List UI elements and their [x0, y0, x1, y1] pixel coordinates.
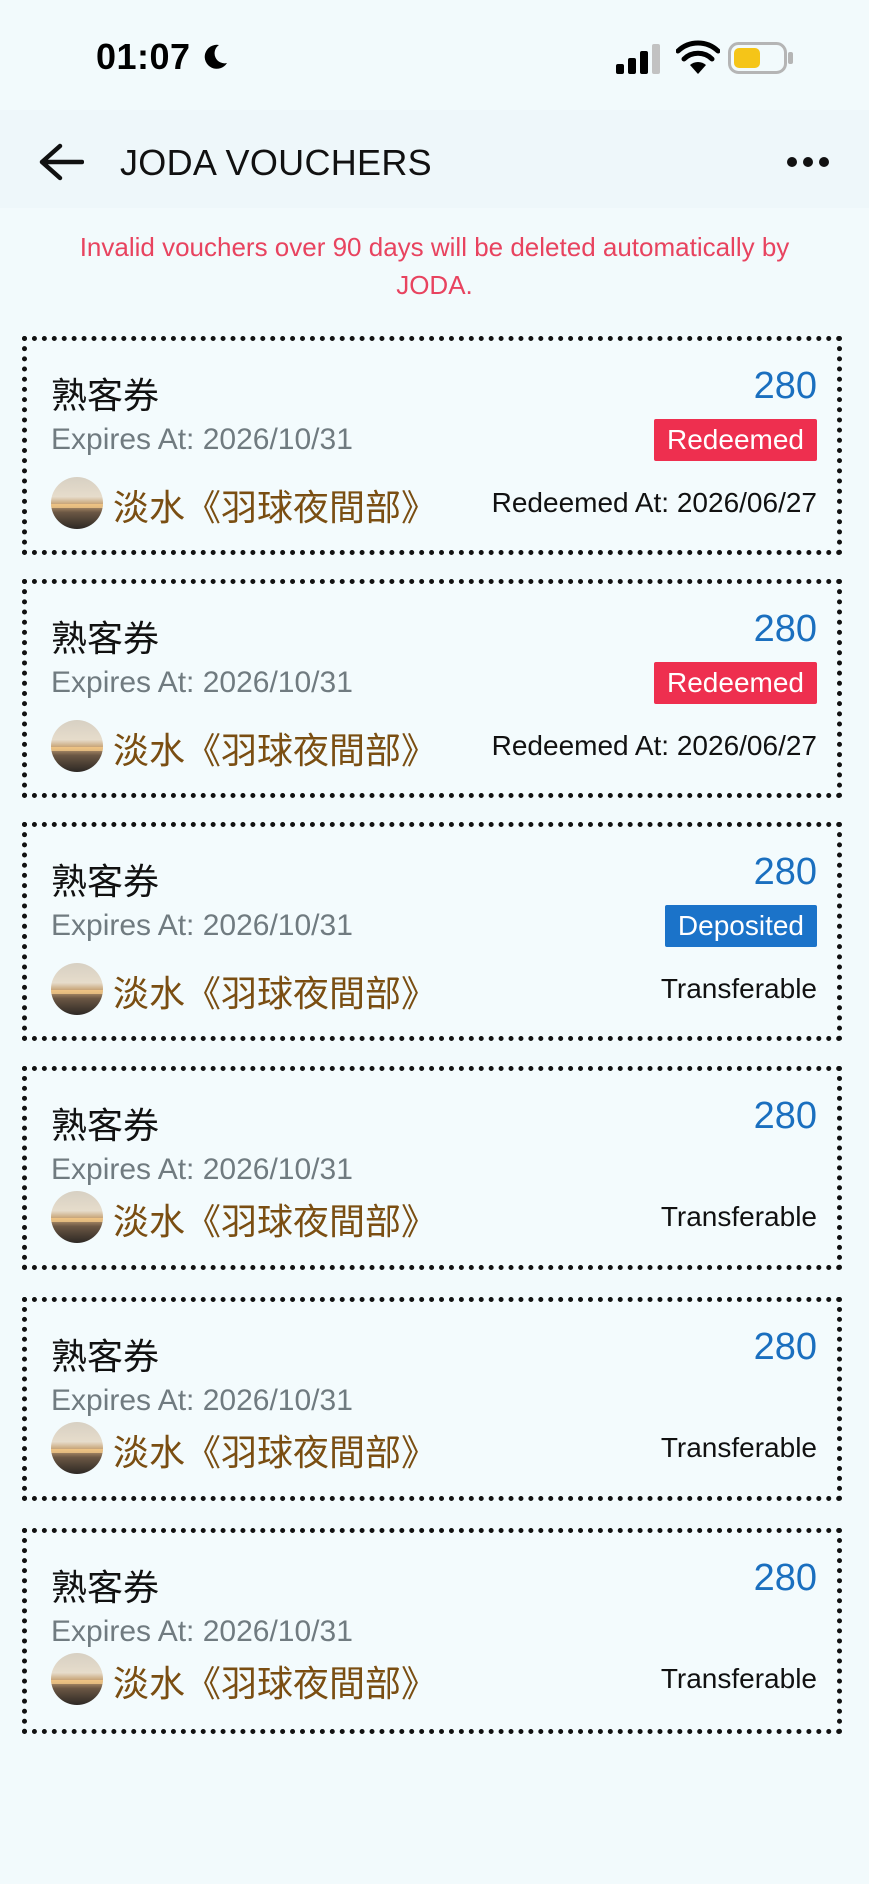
cellular-signal-icon [616, 44, 660, 74]
voucher-card[interactable]: 熟客券 280 Expires At: 2026/10/31 淡水《羽球夜間部》… [22, 1297, 842, 1501]
moon-icon [204, 44, 227, 69]
voucher-expires: Expires At: 2026/10/31 [51, 423, 353, 456]
transferable-label: Transferable [660, 973, 817, 1004]
page-title: JODA VOUCHERS [120, 142, 432, 183]
voucher-name: 熟客券 [51, 861, 160, 902]
voucher-expires: Expires At: 2026/10/31 [51, 1153, 353, 1186]
voucher-card[interactable]: 熟客券 280 Expires At: 2026/10/31 淡水《羽球夜間部》… [22, 1528, 842, 1734]
voucher-amount: 280 [753, 365, 817, 407]
merchant-avatar [51, 963, 103, 1015]
transferable-label: Transferable [660, 1663, 817, 1694]
voucher-name: 熟客券 [51, 1567, 160, 1608]
merchant-name: 淡水《羽球夜間部》 [113, 973, 438, 1014]
more-options-icon[interactable] [786, 154, 830, 170]
voucher-amount: 280 [753, 608, 817, 650]
app-header: JODA VOUCHERS [0, 110, 869, 208]
transferable-label: Transferable [660, 1432, 817, 1463]
status-badge: Deposited [664, 905, 817, 947]
merchant-name: 淡水《羽球夜間部》 [113, 730, 438, 771]
auto-delete-notice: Invalid vouchers over 90 days will be de… [79, 232, 790, 300]
merchant-name: 淡水《羽球夜間部》 [113, 1432, 438, 1473]
voucher-name: 熟客券 [51, 375, 160, 416]
merchant-avatar [51, 1653, 103, 1705]
voucher-name: 熟客券 [51, 1105, 160, 1146]
voucher-expires: Expires At: 2026/10/31 [51, 1384, 353, 1417]
voucher-card[interactable]: 熟客券 280 Expires At: 2026/10/31 Deposited… [22, 822, 842, 1041]
merchant-row: 淡水《羽球夜間部》 Transferable [51, 963, 817, 1015]
transferable-label: Transferable [660, 1201, 817, 1232]
merchant-name: 淡水《羽球夜間部》 [113, 487, 438, 528]
voucher-card[interactable]: 熟客券 280 Expires At: 2026/10/31 Redeemed … [22, 579, 842, 798]
merchant-row: 淡水《羽球夜間部》 Redeemed At: 2026/06/27 [51, 477, 817, 529]
merchant-row: 淡水《羽球夜間部》 Transferable [51, 1422, 817, 1474]
voucher-expires: Expires At: 2026/10/31 [51, 1615, 353, 1648]
status-bar: 01:07 [0, 0, 869, 110]
merchant-row: 淡水《羽球夜間部》 Transferable [51, 1191, 817, 1243]
merchant-avatar [51, 1422, 103, 1474]
voucher-amount: 280 [753, 1557, 817, 1599]
battery-icon [728, 42, 793, 74]
merchant-name: 淡水《羽球夜間部》 [113, 1201, 438, 1242]
voucher-amount: 280 [753, 1095, 817, 1137]
merchant-name: 淡水《羽球夜間部》 [113, 1663, 438, 1704]
merchant-row: 淡水《羽球夜間部》 Redeemed At: 2026/06/27 [51, 720, 817, 772]
merchant-avatar [51, 720, 103, 772]
redeemed-at: Redeemed At: 2026/06/27 [491, 487, 817, 518]
status-badge: Redeemed [654, 662, 817, 704]
back-arrow-icon[interactable] [38, 142, 84, 182]
voucher-amount: 280 [753, 1326, 817, 1368]
voucher-expires: Expires At: 2026/10/31 [51, 666, 353, 699]
status-badge: Redeemed [654, 419, 817, 461]
wifi-icon [676, 40, 720, 74]
merchant-avatar [51, 1191, 103, 1243]
voucher-amount: 280 [753, 851, 817, 893]
status-time: 01:07 [96, 36, 191, 77]
merchant-row: 淡水《羽球夜間部》 Transferable [51, 1653, 817, 1705]
voucher-card[interactable]: 熟客券 280 Expires At: 2026/10/31 Redeemed … [22, 336, 842, 555]
voucher-card[interactable]: 熟客券 280 Expires At: 2026/10/31 淡水《羽球夜間部》… [22, 1066, 842, 1270]
merchant-avatar [51, 477, 103, 529]
voucher-expires: Expires At: 2026/10/31 [51, 909, 353, 942]
voucher-name: 熟客券 [51, 1336, 160, 1377]
voucher-name: 熟客券 [51, 618, 160, 659]
redeemed-at: Redeemed At: 2026/06/27 [491, 730, 817, 761]
